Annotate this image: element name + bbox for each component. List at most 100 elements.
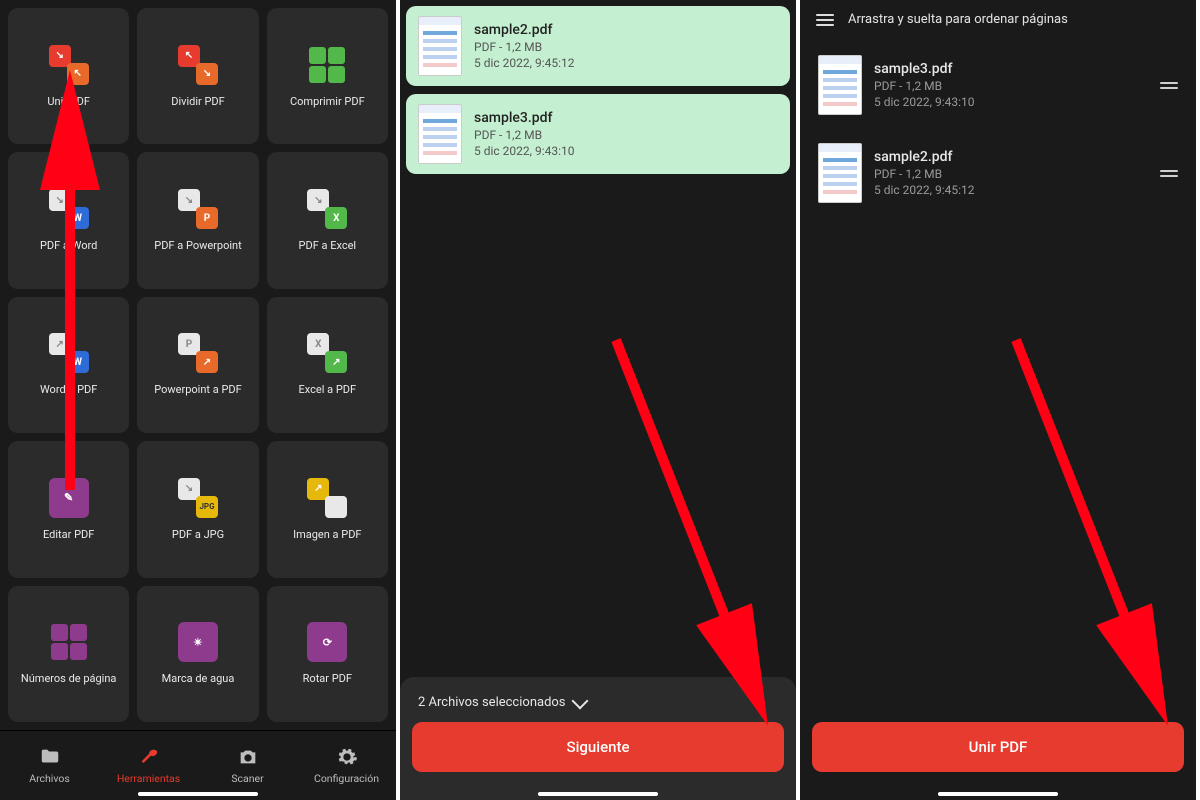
tool-label: PDF a Excel	[299, 239, 357, 252]
gear-icon	[336, 746, 358, 768]
tool-dividir-pdf[interactable]: ↖ ↘ Dividir PDF	[137, 8, 258, 144]
tool-label: Word a PDF	[40, 383, 97, 396]
file-row[interactable]: sample2.pdf PDF - 1,2 MB 5 dic 2022, 9:4…	[406, 6, 790, 86]
file-list: sample2.pdf PDF - 1,2 MB 5 dic 2022, 9:4…	[400, 0, 796, 180]
tool-label: PDF a Powerpoint	[154, 239, 241, 252]
tool-label: PDF a JPG	[172, 528, 224, 541]
tool-label: Comprimir PDF	[290, 95, 365, 108]
edit-icon: ✎	[49, 478, 89, 518]
tool-label: PDF a Word	[40, 239, 97, 252]
file-meta: PDF - 1,2 MB	[474, 128, 575, 142]
reorder-list: sample3.pdf PDF - 1,2 MB 5 dic 2022, 9:4…	[800, 39, 1196, 219]
header-title: Arrastra y suelta para ordenar páginas	[848, 12, 1068, 27]
button-label: Unir PDF	[969, 738, 1028, 756]
select-files-screen: sample2.pdf PDF - 1,2 MB 5 dic 2022, 9:4…	[400, 0, 800, 800]
tool-label: Powerpoint a PDF	[154, 383, 241, 396]
home-indicator	[938, 792, 1058, 796]
file-meta: PDF - 1,2 MB	[874, 79, 975, 93]
annotation-arrow	[596, 330, 776, 694]
page-numbers-icon	[49, 622, 89, 662]
file-row[interactable]: sample3.pdf PDF - 1,2 MB 5 dic 2022, 9:4…	[406, 94, 790, 174]
file-name: sample2.pdf	[474, 22, 575, 38]
tool-marca-agua[interactable]: ✴ Marca de agua	[137, 586, 258, 722]
tool-label: Números de página	[21, 672, 117, 685]
tool-label: Editar PDF	[43, 528, 94, 541]
tab-archivos[interactable]: Archivos	[0, 731, 99, 800]
file-row[interactable]: sample2.pdf PDF - 1,2 MB 5 dic 2022, 9:4…	[806, 133, 1190, 213]
file-name: sample3.pdf	[474, 110, 575, 126]
split-icon: ↖ ↘	[178, 45, 218, 85]
menu-icon[interactable]	[816, 19, 834, 21]
watermark-icon: ✴	[178, 622, 218, 662]
pdf-thumbnail-icon	[818, 143, 862, 203]
tool-editar-pdf[interactable]: ✎ Editar PDF	[8, 441, 129, 577]
tool-imagen-a-pdf[interactable]: ↗ Imagen a PDF	[267, 441, 388, 577]
file-date: 5 dic 2022, 9:45:12	[874, 183, 975, 197]
tool-powerpoint-a-pdf[interactable]: P ↗ Powerpoint a PDF	[137, 297, 258, 433]
chevron-down-icon	[571, 692, 588, 709]
tool-label: Dividir PDF	[171, 95, 224, 108]
tool-label: Unir PDF	[47, 95, 90, 108]
file-meta: PDF - 1,2 MB	[474, 40, 575, 54]
merge-button[interactable]: Unir PDF	[812, 722, 1184, 772]
tool-label: Marca de agua	[162, 672, 235, 685]
next-button[interactable]: Siguiente	[412, 722, 784, 772]
selection-footer: 2 Archivos seleccionados Siguiente	[400, 677, 796, 800]
file-name: sample2.pdf	[874, 149, 975, 165]
file-name: sample3.pdf	[874, 61, 975, 77]
wrench-icon	[138, 746, 160, 768]
drag-handle-icon[interactable]	[1160, 82, 1178, 89]
tool-label: Imagen a PDF	[293, 528, 361, 541]
tool-numeros-pagina[interactable]: Números de página	[8, 586, 129, 722]
pdf-thumbnail-icon	[418, 104, 462, 164]
merge-icon: ↘ ↖	[49, 45, 89, 85]
compress-icon	[307, 45, 347, 85]
tab-label: Herramientas	[117, 772, 180, 785]
tab-scaner[interactable]: Scaner	[198, 731, 297, 800]
annotation-arrow	[996, 330, 1176, 694]
file-date: 5 dic 2022, 9:43:10	[874, 95, 975, 109]
file-row[interactable]: sample3.pdf PDF - 1,2 MB 5 dic 2022, 9:4…	[806, 45, 1190, 125]
rotate-icon: ⟳	[307, 622, 347, 662]
pdf-to-word-icon: ↘ W	[49, 189, 89, 229]
file-date: 5 dic 2022, 9:43:10	[474, 144, 575, 158]
tools-grid: ↘ ↖ Unir PDF ↖ ↘ Dividir PDF Comprimir P…	[0, 0, 396, 730]
ppt-to-pdf-icon: P ↗	[178, 333, 218, 373]
selection-count-row[interactable]: 2 Archivos seleccionados	[412, 691, 784, 722]
tool-rotar-pdf[interactable]: ⟳ Rotar PDF	[267, 586, 388, 722]
tab-herramientas[interactable]: Herramientas	[99, 731, 198, 800]
camera-icon	[237, 746, 259, 768]
tool-pdf-a-excel[interactable]: ↘ X PDF a Excel	[267, 152, 388, 288]
file-date: 5 dic 2022, 9:45:12	[474, 56, 575, 70]
tool-word-a-pdf[interactable]: ↗ W Word a PDF	[8, 297, 129, 433]
tab-label: Scaner	[231, 772, 263, 785]
pdf-to-excel-icon: ↘ X	[307, 189, 347, 229]
tool-label: Excel a PDF	[299, 383, 357, 396]
tool-label: Rotar PDF	[303, 672, 352, 685]
button-label: Siguiente	[567, 738, 630, 756]
pdf-to-jpg-icon: ↘ JPG	[178, 478, 218, 518]
excel-to-pdf-icon: X ↗	[307, 333, 347, 373]
tool-pdf-a-word[interactable]: ↘ W PDF a Word	[8, 152, 129, 288]
tool-excel-a-pdf[interactable]: X ↗ Excel a PDF	[267, 297, 388, 433]
home-indicator	[538, 792, 658, 796]
tool-comprimir-pdf[interactable]: Comprimir PDF	[267, 8, 388, 144]
tool-unir-pdf[interactable]: ↘ ↖ Unir PDF	[8, 8, 129, 144]
tab-label: Archivos	[29, 772, 70, 785]
tab-label: Configuración	[314, 772, 379, 785]
reorder-screen: Arrastra y suelta para ordenar páginas s…	[800, 0, 1200, 800]
reorder-header: Arrastra y suelta para ordenar páginas	[800, 0, 1196, 39]
pdf-thumbnail-icon	[818, 55, 862, 115]
tools-screen: ↘ ↖ Unir PDF ↖ ↘ Dividir PDF Comprimir P…	[0, 0, 400, 800]
image-to-pdf-icon: ↗	[307, 478, 347, 518]
pdf-to-ppt-icon: ↘ P	[178, 189, 218, 229]
tab-configuracion[interactable]: Configuración	[297, 731, 396, 800]
selection-count: 2 Archivos seleccionados	[418, 695, 566, 710]
file-meta: PDF - 1,2 MB	[874, 167, 975, 181]
home-indicator	[138, 792, 258, 796]
tool-pdf-a-jpg[interactable]: ↘ JPG PDF a JPG	[137, 441, 258, 577]
merge-footer: Unir PDF	[800, 722, 1196, 800]
tool-pdf-a-powerpoint[interactable]: ↘ P PDF a Powerpoint	[137, 152, 258, 288]
bottom-tabbar: Archivos Herramientas Scaner Configuraci…	[0, 730, 396, 800]
drag-handle-icon[interactable]	[1160, 170, 1178, 177]
